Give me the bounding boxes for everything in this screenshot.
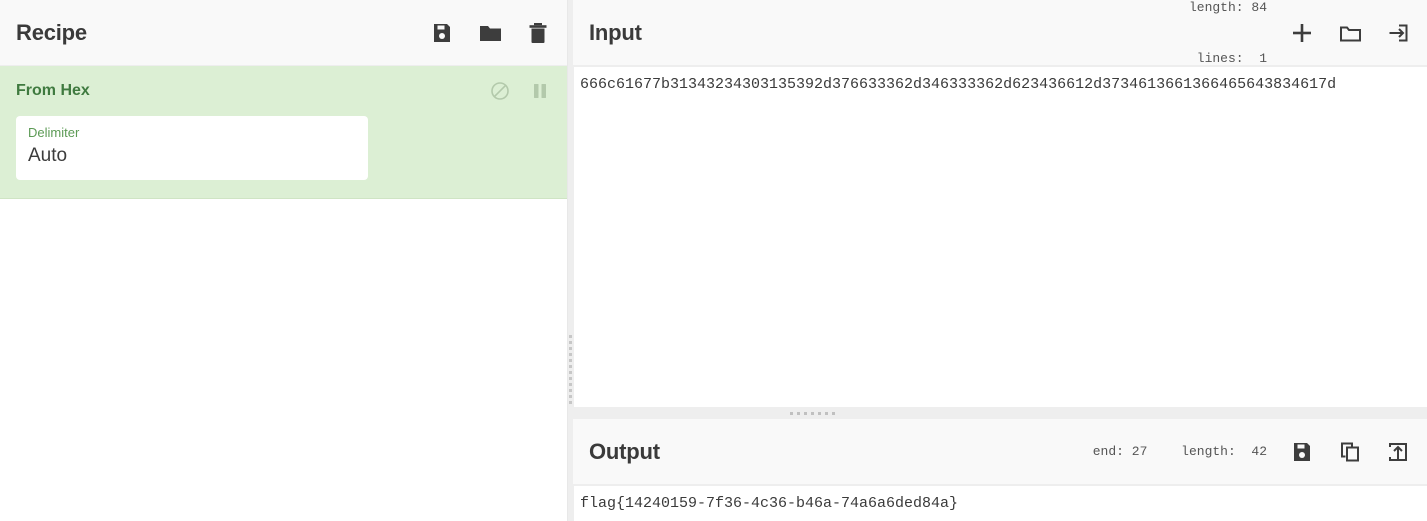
add-input-tab-button[interactable] xyxy=(1289,20,1315,46)
clear-recipe-button[interactable] xyxy=(525,20,551,46)
grip-dot xyxy=(825,411,828,415)
recipe-pane: Recipe From Hex Delimiter Auto xyxy=(0,0,568,521)
replace-input-with-output-button[interactable] xyxy=(1385,439,1411,465)
io-pane: Input length: 84 lines: 1 666c61677b3134… xyxy=(573,0,1427,521)
grip-dot xyxy=(569,335,572,338)
ingredient-delimiter[interactable]: Delimiter Auto xyxy=(16,116,368,180)
copy-output-button[interactable] xyxy=(1337,439,1363,465)
grip-dot xyxy=(569,401,572,404)
output-end-stat: end: 27 xyxy=(1092,444,1148,459)
pause-icon[interactable] xyxy=(529,80,551,102)
open-folder-as-input-button[interactable] xyxy=(1337,20,1363,46)
operation-controls xyxy=(489,80,551,102)
splitter-grip xyxy=(569,335,572,404)
ingredient-label: Delimiter xyxy=(28,125,80,140)
operation-title: From Hex xyxy=(16,82,90,99)
grip-dot xyxy=(569,359,572,362)
delimiter-select-value[interactable]: Auto xyxy=(28,142,356,170)
grip-dot xyxy=(569,347,572,350)
input-lines-stat: lines: 1 xyxy=(1196,50,1267,66)
grip-dot xyxy=(569,341,572,344)
operation-title-row: From Hex xyxy=(16,80,551,102)
output-editor[interactable]: flag{14240159-7f36-4c36-b46a-74a6a6ded84… xyxy=(573,485,1427,521)
splitter-grip xyxy=(790,411,835,415)
input-editor[interactable]: 666c61677b31343234303135392d376633362d34… xyxy=(573,66,1427,407)
grip-dot xyxy=(797,411,800,415)
grip-dot xyxy=(569,395,572,398)
circle-slash-icon[interactable] xyxy=(489,80,511,102)
grip-dot xyxy=(811,411,814,415)
input-text[interactable]: 666c61677b31343234303135392d376633362d34… xyxy=(573,74,1427,96)
save-recipe-button[interactable] xyxy=(429,20,455,46)
input-title: Input xyxy=(589,19,642,45)
grip-dot xyxy=(569,353,572,356)
grip-dot xyxy=(569,371,572,374)
cyberchef-app: Recipe From Hex Delimiter Auto Input len… xyxy=(0,0,1427,521)
output-header: Output start: 27 end: 27 length: 0 time:… xyxy=(573,393,1427,510)
grip-dot xyxy=(818,411,821,415)
output-title: Output xyxy=(589,438,660,464)
recipe-operation-list[interactable]: From Hex Delimiter Auto xyxy=(0,66,567,521)
grip-dot xyxy=(790,411,793,415)
recipe-io-splitter[interactable] xyxy=(568,0,573,521)
grip-dot xyxy=(569,365,572,368)
grip-dot xyxy=(804,411,807,415)
recipe-operation-from-hex[interactable]: From Hex Delimiter Auto xyxy=(0,66,567,199)
grip-dot xyxy=(569,389,572,392)
output-length-stat: length: 42 xyxy=(1181,444,1267,459)
save-output-button[interactable] xyxy=(1289,439,1315,465)
grip-dot xyxy=(569,377,572,380)
grip-dot xyxy=(569,383,572,386)
output-toolbar xyxy=(1289,439,1411,465)
input-length-stat: length: 84 xyxy=(1188,0,1267,15)
input-output-splitter[interactable] xyxy=(573,407,1427,419)
grip-dot xyxy=(832,411,835,415)
recipe-header: Recipe xyxy=(0,0,567,66)
open-file-as-input-button[interactable] xyxy=(1385,20,1411,46)
input-header: Input length: 84 lines: 1 xyxy=(573,0,1427,66)
load-recipe-button[interactable] xyxy=(477,20,503,46)
output-text[interactable]: flag{14240159-7f36-4c36-b46a-74a6a6ded84… xyxy=(573,493,1427,515)
output-section: Output start: 27 end: 27 length: 0 time:… xyxy=(573,393,1427,521)
recipe-toolbar xyxy=(429,20,551,46)
input-toolbar xyxy=(1289,20,1411,46)
recipe-title: Recipe xyxy=(16,19,87,45)
input-section: Input length: 84 lines: 1 666c61677b3134… xyxy=(573,0,1427,407)
